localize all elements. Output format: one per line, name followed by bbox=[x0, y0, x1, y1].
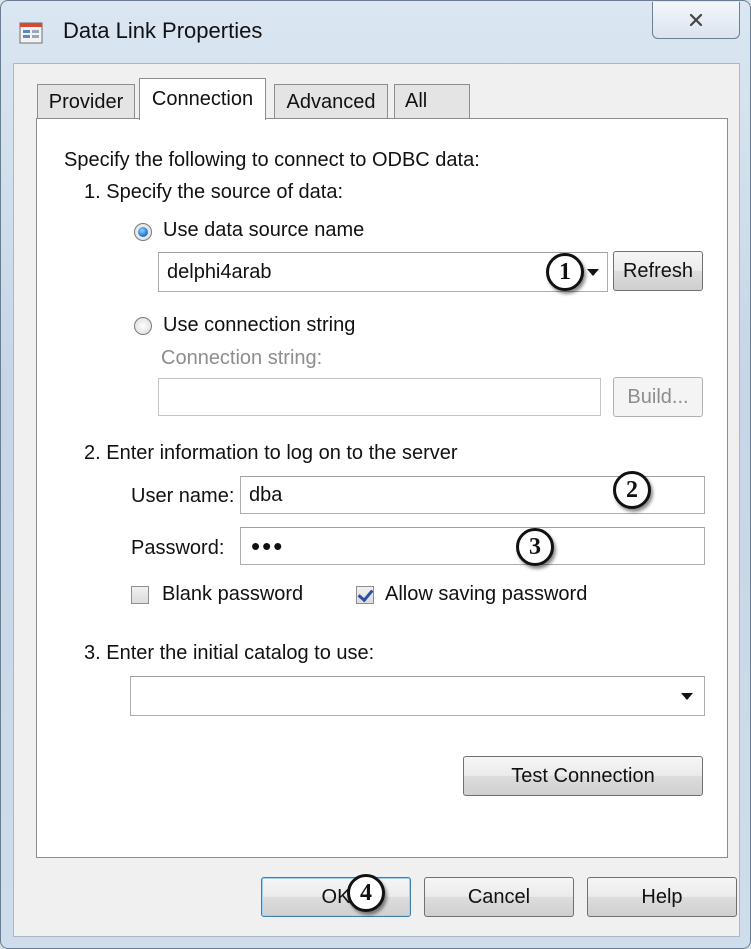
callout-marker-3: 3 bbox=[516, 528, 554, 566]
refresh-button[interactable]: Refresh bbox=[613, 251, 703, 291]
password-input[interactable]: ••• bbox=[240, 527, 705, 565]
initial-catalog-combobox[interactable] bbox=[130, 676, 705, 716]
callout-marker-4: 4 bbox=[347, 874, 385, 912]
step3-heading: 3. Enter the initial catalog to use: bbox=[84, 642, 375, 664]
help-button[interactable]: Help bbox=[587, 877, 737, 917]
allow-saving-password-checkbox[interactable] bbox=[356, 586, 374, 604]
tab-provider[interactable]: Provider bbox=[37, 84, 135, 119]
step1-heading: 1. Specify the source of data: bbox=[84, 181, 344, 203]
connstr-label: Connection string: bbox=[161, 347, 323, 369]
cancel-button[interactable]: Cancel bbox=[424, 877, 574, 917]
tab-all[interactable]: All bbox=[394, 84, 470, 118]
catalog-chevron-down-icon[interactable] bbox=[681, 693, 693, 700]
use-dsn-label[interactable]: Use data source name bbox=[163, 219, 364, 242]
build-button[interactable]: Build... bbox=[613, 377, 703, 417]
blank-password-label[interactable]: Blank password bbox=[162, 583, 303, 606]
chevron-down-icon[interactable] bbox=[587, 269, 599, 276]
blank-password-checkbox[interactable] bbox=[131, 586, 149, 604]
intro-text: Specify the following to connect to ODBC… bbox=[64, 149, 480, 171]
dialog-window: Data Link Properties Provider Connection… bbox=[0, 0, 751, 949]
step2-heading: 2. Enter information to log on to the se… bbox=[84, 442, 458, 464]
tab-advanced[interactable]: Advanced bbox=[274, 84, 388, 119]
callout-marker-1: 1 bbox=[546, 253, 584, 291]
ok-button[interactable]: OK bbox=[261, 877, 411, 917]
close-icon bbox=[689, 13, 703, 27]
dsn-combobox[interactable]: delphi4arab bbox=[158, 252, 608, 292]
test-connection-button[interactable]: Test Connection bbox=[463, 756, 703, 796]
close-button[interactable] bbox=[652, 2, 740, 39]
tab-connection[interactable]: Connection bbox=[139, 78, 266, 120]
window-title: Data Link Properties bbox=[63, 18, 263, 43]
connstr-input[interactable] bbox=[158, 378, 601, 416]
data-link-properties-icon bbox=[19, 22, 43, 44]
username-value: dba bbox=[249, 484, 283, 506]
use-connstr-label[interactable]: Use connection string bbox=[163, 314, 355, 337]
password-value: ••• bbox=[251, 531, 285, 561]
allow-saving-password-label[interactable]: Allow saving password bbox=[385, 583, 587, 606]
use-dsn-radio[interactable] bbox=[134, 223, 152, 241]
use-connstr-radio[interactable] bbox=[134, 317, 152, 335]
username-label: User name: bbox=[131, 485, 235, 507]
password-label: Password: bbox=[131, 537, 225, 559]
dsn-value: delphi4arab bbox=[167, 261, 272, 283]
callout-marker-2: 2 bbox=[613, 471, 651, 509]
title-bar[interactable]: Data Link Properties bbox=[1, 1, 750, 63]
